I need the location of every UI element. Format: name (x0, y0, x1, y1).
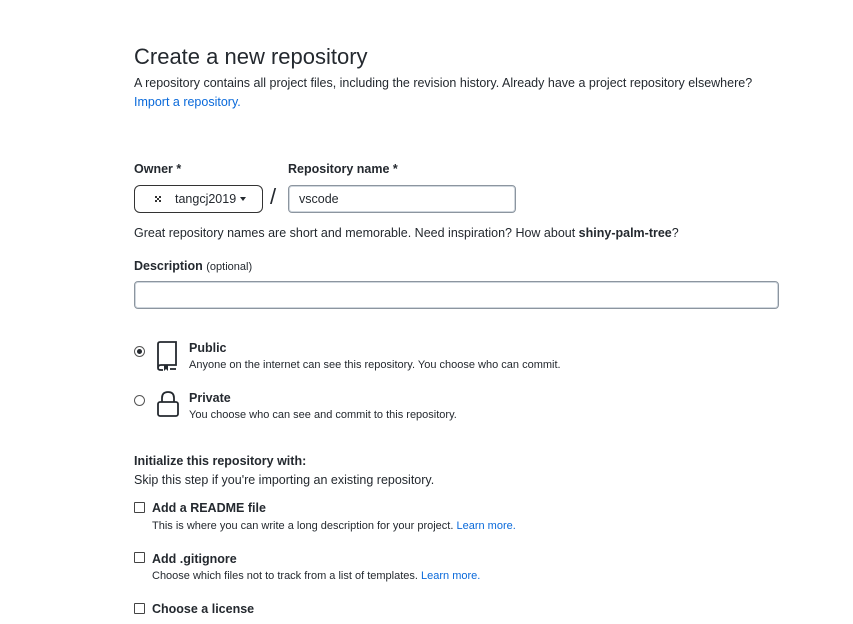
owner-value: tangcj2019 (175, 192, 237, 206)
repo-icon (157, 341, 177, 371)
readme-description-text: This is where you can write a long descr… (152, 520, 454, 532)
private-description: You choose who can see and commit to thi… (189, 409, 457, 421)
gitignore-description: Choose which files not to track from a l… (152, 570, 480, 582)
suggested-name[interactable]: shiny-palm-tree (579, 226, 672, 240)
readme-checkbox[interactable] (134, 502, 145, 513)
hint-text: Great repository names are short and mem… (134, 226, 579, 240)
license-title: Choose a license (152, 602, 255, 616)
readme-title: Add a README file (152, 501, 266, 515)
description-input[interactable] (134, 281, 779, 309)
owner-repo-separator: / (270, 184, 277, 209)
page-subtitle: A repository contains all project files,… (134, 76, 753, 90)
description-label-text: Description (134, 259, 203, 273)
gitignore-description-text: Choose which files not to track from a l… (152, 570, 418, 582)
public-title: Public (189, 341, 227, 355)
page-title: Create a new repository (134, 44, 368, 69)
chevron-down-icon (240, 197, 247, 201)
private-radio[interactable] (134, 395, 145, 406)
owner-dropdown[interactable]: tangcj2019 (134, 185, 263, 213)
repository-name-hint: Great repository names are short and mem… (134, 226, 679, 240)
gitignore-title: Add .gitignore (152, 552, 237, 566)
identicon-avatar-icon (155, 196, 161, 202)
lock-icon (157, 391, 179, 417)
license-checkbox[interactable] (134, 603, 145, 614)
readme-learn-more-link[interactable]: Learn more. (456, 520, 515, 532)
public-radio[interactable] (134, 346, 145, 357)
owner-label: Owner * (134, 162, 182, 176)
gitignore-checkbox[interactable] (134, 552, 145, 563)
repository-name-label: Repository name * (288, 162, 398, 176)
public-description: Anyone on the internet can see this repo… (189, 359, 561, 371)
private-title: Private (189, 391, 231, 405)
description-optional: (optional) (206, 261, 253, 273)
gitignore-learn-more-link[interactable]: Learn more. (421, 570, 480, 582)
initialize-heading: Initialize this repository with: (134, 454, 307, 468)
initialize-subtext: Skip this step if you're importing an ex… (134, 473, 435, 487)
repository-name-input[interactable] (288, 185, 516, 213)
import-repository-link[interactable]: Import a repository. (134, 95, 241, 109)
description-label: Description (optional) (134, 259, 252, 273)
hint-end: ? (671, 226, 679, 240)
readme-description: This is where you can write a long descr… (152, 520, 516, 532)
